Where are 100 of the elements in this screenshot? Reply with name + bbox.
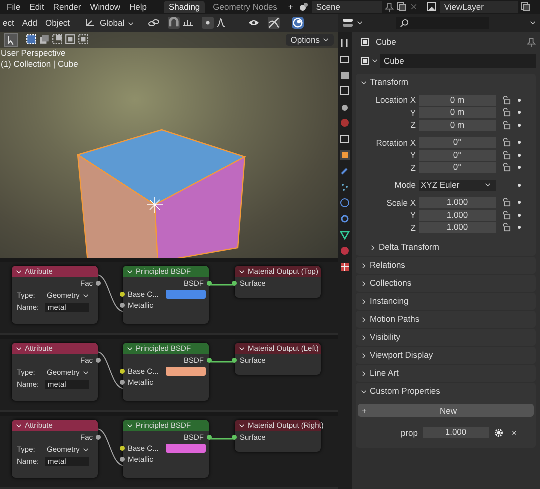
lock-icon[interactable] xyxy=(502,163,511,172)
keyframe-dot[interactable] xyxy=(518,201,521,204)
options-dropdown[interactable]: Options xyxy=(286,34,334,46)
physics-tab-icon[interactable] xyxy=(340,198,350,208)
menu-item[interactable]: Add xyxy=(19,18,40,28)
select-intersect-icon[interactable] xyxy=(78,34,89,46)
socket-icon[interactable] xyxy=(232,434,237,440)
scene-icon[interactable] xyxy=(299,2,310,12)
number-field[interactable]: 0° xyxy=(419,150,496,161)
keyframe-dot[interactable] xyxy=(518,124,521,127)
menu-item[interactable]: ect xyxy=(0,18,18,28)
number-field[interactable]: 0 m xyxy=(419,94,496,106)
texture-tab-icon[interactable] xyxy=(340,262,350,272)
scene-tab-icon[interactable] xyxy=(340,102,350,112)
lock-icon[interactable] xyxy=(502,120,511,130)
panel-header[interactable]: Motion Paths xyxy=(356,311,536,328)
menu-item[interactable]: Render xyxy=(50,2,84,12)
keyframe-dot[interactable] xyxy=(518,184,521,187)
keyframe-dot[interactable] xyxy=(518,226,521,230)
color-swatch[interactable] xyxy=(166,366,206,376)
snap-icon[interactable] xyxy=(182,18,194,28)
material-tab-icon[interactable] xyxy=(340,246,350,256)
lock-icon[interactable] xyxy=(502,138,511,148)
socket-icon[interactable] xyxy=(96,434,101,440)
link-icon[interactable] xyxy=(148,18,160,28)
panel-header[interactable]: Transform xyxy=(356,74,536,91)
menu-item[interactable]: Object xyxy=(42,18,74,28)
number-field[interactable]: 0 m xyxy=(419,120,496,131)
gizmo-icon[interactable] xyxy=(268,16,280,29)
add-workspace-button[interactable]: + xyxy=(285,2,296,12)
subpanel-header[interactable]: Delta Transform xyxy=(356,239,536,256)
select-subtract-icon[interactable] xyxy=(52,34,63,46)
collection-tab-icon[interactable] xyxy=(340,134,350,144)
mesh-data-tab-icon[interactable] xyxy=(340,230,350,240)
number-field[interactable]: 1.000 xyxy=(419,197,496,208)
magnet-icon[interactable] xyxy=(168,16,180,29)
select-invert-icon[interactable] xyxy=(65,34,76,46)
gear-icon[interactable] xyxy=(494,428,504,438)
image-icon[interactable] xyxy=(427,2,438,12)
number-field[interactable]: 0° xyxy=(419,162,496,174)
socket-icon[interactable] xyxy=(96,358,101,363)
scene-field[interactable]: Scene xyxy=(312,1,382,13)
socket-icon[interactable] xyxy=(207,280,212,286)
workspace-tab[interactable]: Shading xyxy=(164,1,206,13)
caret-icon[interactable] xyxy=(530,20,536,26)
world-tab-icon[interactable] xyxy=(340,118,350,128)
keyframe-dot[interactable] xyxy=(518,166,521,170)
keyframe-dot[interactable] xyxy=(518,111,521,114)
keyframe-dot[interactable] xyxy=(518,141,521,144)
color-swatch[interactable] xyxy=(166,290,206,299)
pin-icon[interactable] xyxy=(385,2,394,12)
new-property-button[interactable]: + New xyxy=(358,404,534,417)
panel-header[interactable]: Viewport Display xyxy=(356,347,536,364)
panel-header[interactable]: Custom Properties xyxy=(356,383,536,400)
keyframe-dot[interactable] xyxy=(518,214,521,217)
copy-icon[interactable] xyxy=(397,2,408,12)
menu-item[interactable]: Edit xyxy=(26,2,48,12)
output-tab-icon[interactable] xyxy=(340,70,350,80)
select-box-icon[interactable] xyxy=(26,34,37,46)
overlay-icon[interactable] xyxy=(292,16,304,29)
panel-header[interactable]: Line Art xyxy=(356,365,536,382)
select-extend-icon[interactable] xyxy=(39,34,50,46)
caret-icon[interactable] xyxy=(357,20,363,26)
number-field[interactable]: 0° xyxy=(419,137,496,148)
render-tab-icon[interactable] xyxy=(340,54,350,64)
panel-header[interactable]: Relations xyxy=(356,257,536,274)
menu-item[interactable]: Window xyxy=(87,2,124,12)
menu-item[interactable]: Help xyxy=(126,2,150,12)
lock-icon[interactable] xyxy=(502,223,511,232)
falloff-curve-icon[interactable] xyxy=(216,18,226,28)
number-field[interactable]: 1.000 xyxy=(419,210,496,221)
menu-item[interactable]: File xyxy=(4,2,24,12)
constraint-tab-icon[interactable] xyxy=(340,214,350,224)
cursor-tool-icon[interactable] xyxy=(4,32,18,47)
view-layer-tab-icon[interactable] xyxy=(340,86,350,96)
socket-icon[interactable] xyxy=(232,280,237,286)
particles-tab-icon[interactable] xyxy=(340,182,350,192)
keyframe-dot[interactable] xyxy=(518,98,521,102)
proportional-icon[interactable] xyxy=(202,16,214,29)
object-name-field[interactable]: Cube xyxy=(380,54,536,68)
socket-icon[interactable] xyxy=(207,358,212,363)
axes-icon[interactable] xyxy=(85,18,96,28)
number-field[interactable]: 1.000 xyxy=(419,222,496,234)
object-tab-icon[interactable] xyxy=(340,150,350,160)
workspace-tab[interactable]: Geometry Nodes xyxy=(208,1,282,13)
mode-dropdown[interactable]: XYZ Euler xyxy=(419,180,496,191)
editor-type-icon[interactable] xyxy=(342,18,354,28)
search-field[interactable] xyxy=(396,17,489,29)
socket-icon[interactable] xyxy=(207,434,212,440)
view-layer-field[interactable]: ViewLayer xyxy=(440,1,518,13)
close-icon[interactable] xyxy=(410,3,418,11)
panel-header[interactable]: Instancing xyxy=(356,293,536,310)
socket-icon[interactable] xyxy=(232,358,237,363)
lock-icon[interactable] xyxy=(502,150,511,160)
socket-icon[interactable] xyxy=(96,280,101,286)
panel-header[interactable]: Visibility xyxy=(356,329,536,346)
lock-icon[interactable] xyxy=(502,96,511,105)
property-value-field[interactable]: 1.000 xyxy=(423,427,489,438)
color-swatch[interactable] xyxy=(166,444,206,453)
orientation-dropdown[interactable]: Global xyxy=(97,18,140,28)
